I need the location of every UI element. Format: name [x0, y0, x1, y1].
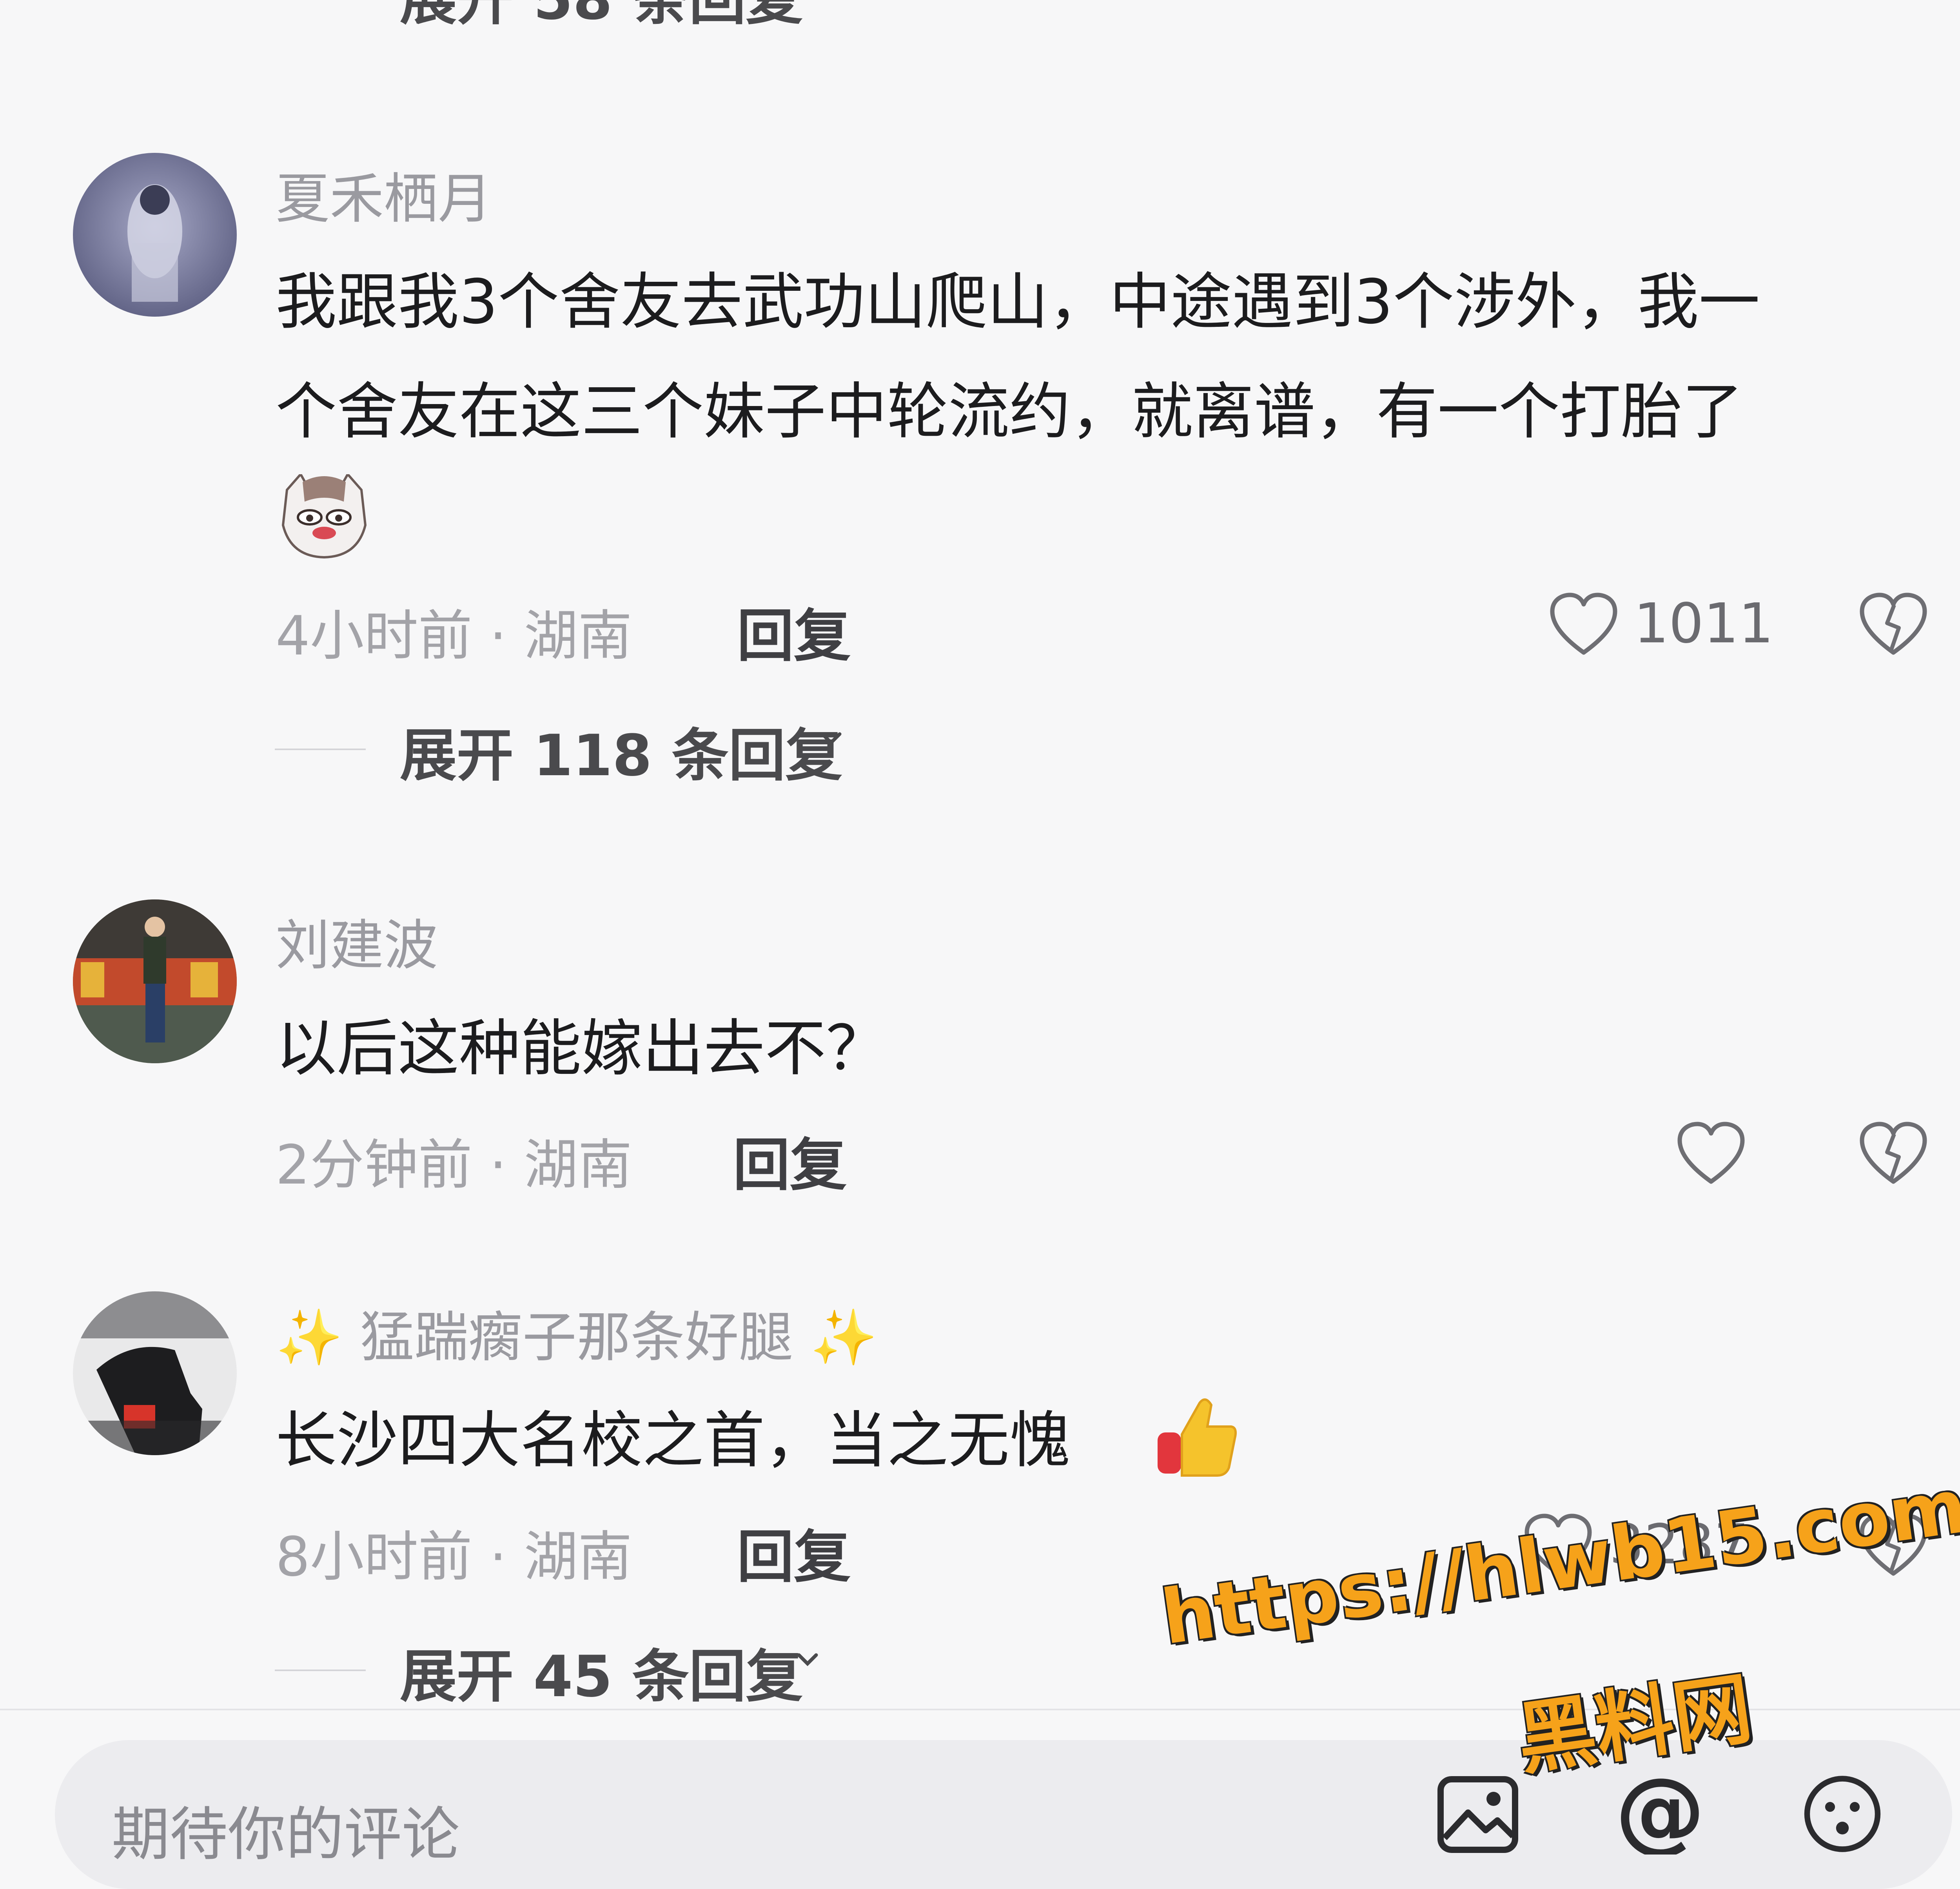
watermark-url: https://hlwb15.com: [1156, 1462, 1960, 1661]
comment-username[interactable]: ✨ 猛踹瘸子那条好腿 ✨: [276, 1293, 877, 1372]
emoji-icon[interactable]: [1797, 1773, 1887, 1855]
reply-button[interactable]: 回复: [737, 1511, 851, 1593]
thumbs-up-emoji-icon: [1158, 1398, 1237, 1477]
image-icon[interactable]: [1437, 1775, 1519, 1854]
expand-replies-label[interactable]: 展开 45 条回复: [400, 1630, 803, 1713]
at-icon[interactable]: @: [1615, 1773, 1705, 1855]
comment-text: 以后这种能嫁出去不？: [276, 1013, 887, 1084]
comment-meta: 4小时前 · 湖南: [276, 604, 632, 667]
broken-heart-icon[interactable]: [1858, 592, 1929, 658]
comment-text: 个舍友在这三个妹子中轮流约，就离谱，有一个打胎了: [276, 376, 1743, 447]
comment-input-placeholder[interactable]: 期待你的评论: [112, 1787, 460, 1871]
reply-button[interactable]: 回复: [737, 590, 851, 672]
chevron-down-icon: [797, 1653, 818, 1666]
comment-text: 长沙四大名校之首，当之无愧: [276, 1405, 1071, 1476]
cat-emoji-icon: [281, 474, 367, 558]
expand-replies-row[interactable]: 展开 118 条回复: [0, 723, 1960, 811]
comment-username[interactable]: 刘建波: [276, 901, 438, 980]
heart-icon[interactable]: [1676, 1121, 1746, 1187]
expand-divider: [275, 749, 366, 750]
expand-replies-label[interactable]: 展开 58 条回复: [400, 0, 803, 35]
like-count: 1011: [1634, 592, 1774, 656]
avatar[interactable]: [73, 899, 237, 1063]
expand-replies-label[interactable]: 展开 118 条回复: [400, 709, 842, 792]
reply-button[interactable]: 回复: [733, 1119, 847, 1201]
avatar[interactable]: [73, 1291, 237, 1455]
avatar[interactable]: [73, 153, 237, 317]
comment-meta: 8小时前 · 湖南: [276, 1525, 632, 1588]
svg-text:@: @: [1615, 1773, 1705, 1855]
comment-meta: 2分钟前 · 湖南: [276, 1133, 632, 1196]
comment-text: 我跟我3个舍友去武功山爬山，中途遇到3个涉外，我一: [276, 266, 1760, 337]
expand-divider: [275, 1670, 366, 1671]
broken-heart-icon[interactable]: [1858, 1121, 1929, 1187]
top-expand-row[interactable]: 展开 58 条回复: [0, 0, 1960, 33]
chevron-down-icon: [820, 732, 842, 745]
comment-username[interactable]: 夏禾栖月: [276, 155, 492, 233]
heart-icon[interactable]: [1548, 592, 1619, 658]
